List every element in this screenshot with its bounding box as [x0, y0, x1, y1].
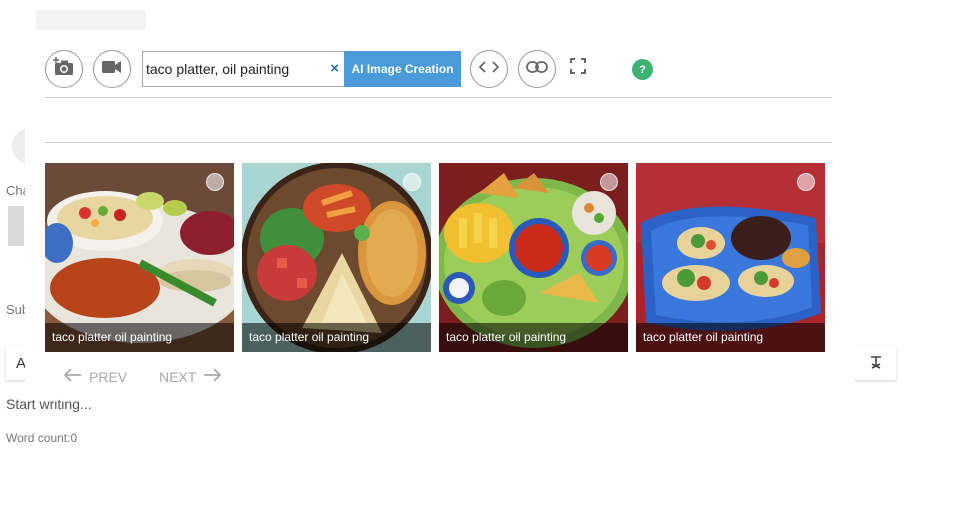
image-search-input[interactable] [146, 61, 322, 77]
image-caption-4: taco platter oil painting [636, 323, 825, 352]
image-caption-1: taco platter oil painting [45, 323, 234, 352]
image-caption-2: taco platter oil painting [242, 323, 431, 352]
select-image-checkbox-4[interactable] [797, 173, 815, 191]
select-image-checkbox-2[interactable] [403, 173, 421, 191]
image-caption-3: taco platter oil painting [439, 323, 628, 352]
image-result-4[interactable]: taco platter oil painting [636, 163, 825, 352]
image-result-3[interactable]: taco platter oil painting [439, 163, 628, 352]
image-results-grid: taco platter oil painting taco platter o… [45, 163, 835, 352]
divider-bottom [45, 142, 832, 143]
camera-plus-icon [53, 56, 75, 82]
word-count: Word count:0 [6, 431, 78, 445]
insert-link-button[interactable] [518, 50, 556, 88]
background-heading-glyph [8, 206, 24, 246]
select-image-checkbox-3[interactable] [600, 173, 618, 191]
embed-code-button[interactable] [470, 50, 508, 88]
arrow-right-icon [202, 368, 222, 385]
link-icon [526, 60, 548, 78]
video-button[interactable] [93, 50, 131, 88]
divider-top [45, 97, 832, 98]
arrow-left-icon [63, 368, 83, 385]
prev-label: PREV [89, 368, 128, 385]
clear-format-icon[interactable] [866, 354, 886, 374]
help-icon[interactable]: ? [632, 59, 653, 80]
code-icon [478, 60, 500, 79]
image-result-2[interactable]: taco platter oil painting [242, 163, 431, 352]
select-image-checkbox-1[interactable] [206, 173, 224, 191]
image-search-field: × [142, 51, 344, 87]
image-search-toolbar: × AI Image Creation ? [45, 50, 845, 88]
ai-image-creation-button[interactable]: AI Image Creation [344, 51, 461, 87]
fullscreen-icon[interactable] [570, 58, 590, 78]
video-icon [102, 60, 122, 79]
prev-page-button[interactable]: PREV [63, 368, 143, 385]
next-label: NEXT [159, 368, 197, 385]
clear-search-icon[interactable]: × [330, 61, 339, 77]
image-search-panel: × AI Image Creation ? [25, 30, 855, 400]
image-result-1[interactable]: taco platter oil painting [45, 163, 234, 352]
upload-photo-button[interactable] [45, 50, 83, 88]
next-page-button[interactable]: NEXT [159, 368, 239, 385]
